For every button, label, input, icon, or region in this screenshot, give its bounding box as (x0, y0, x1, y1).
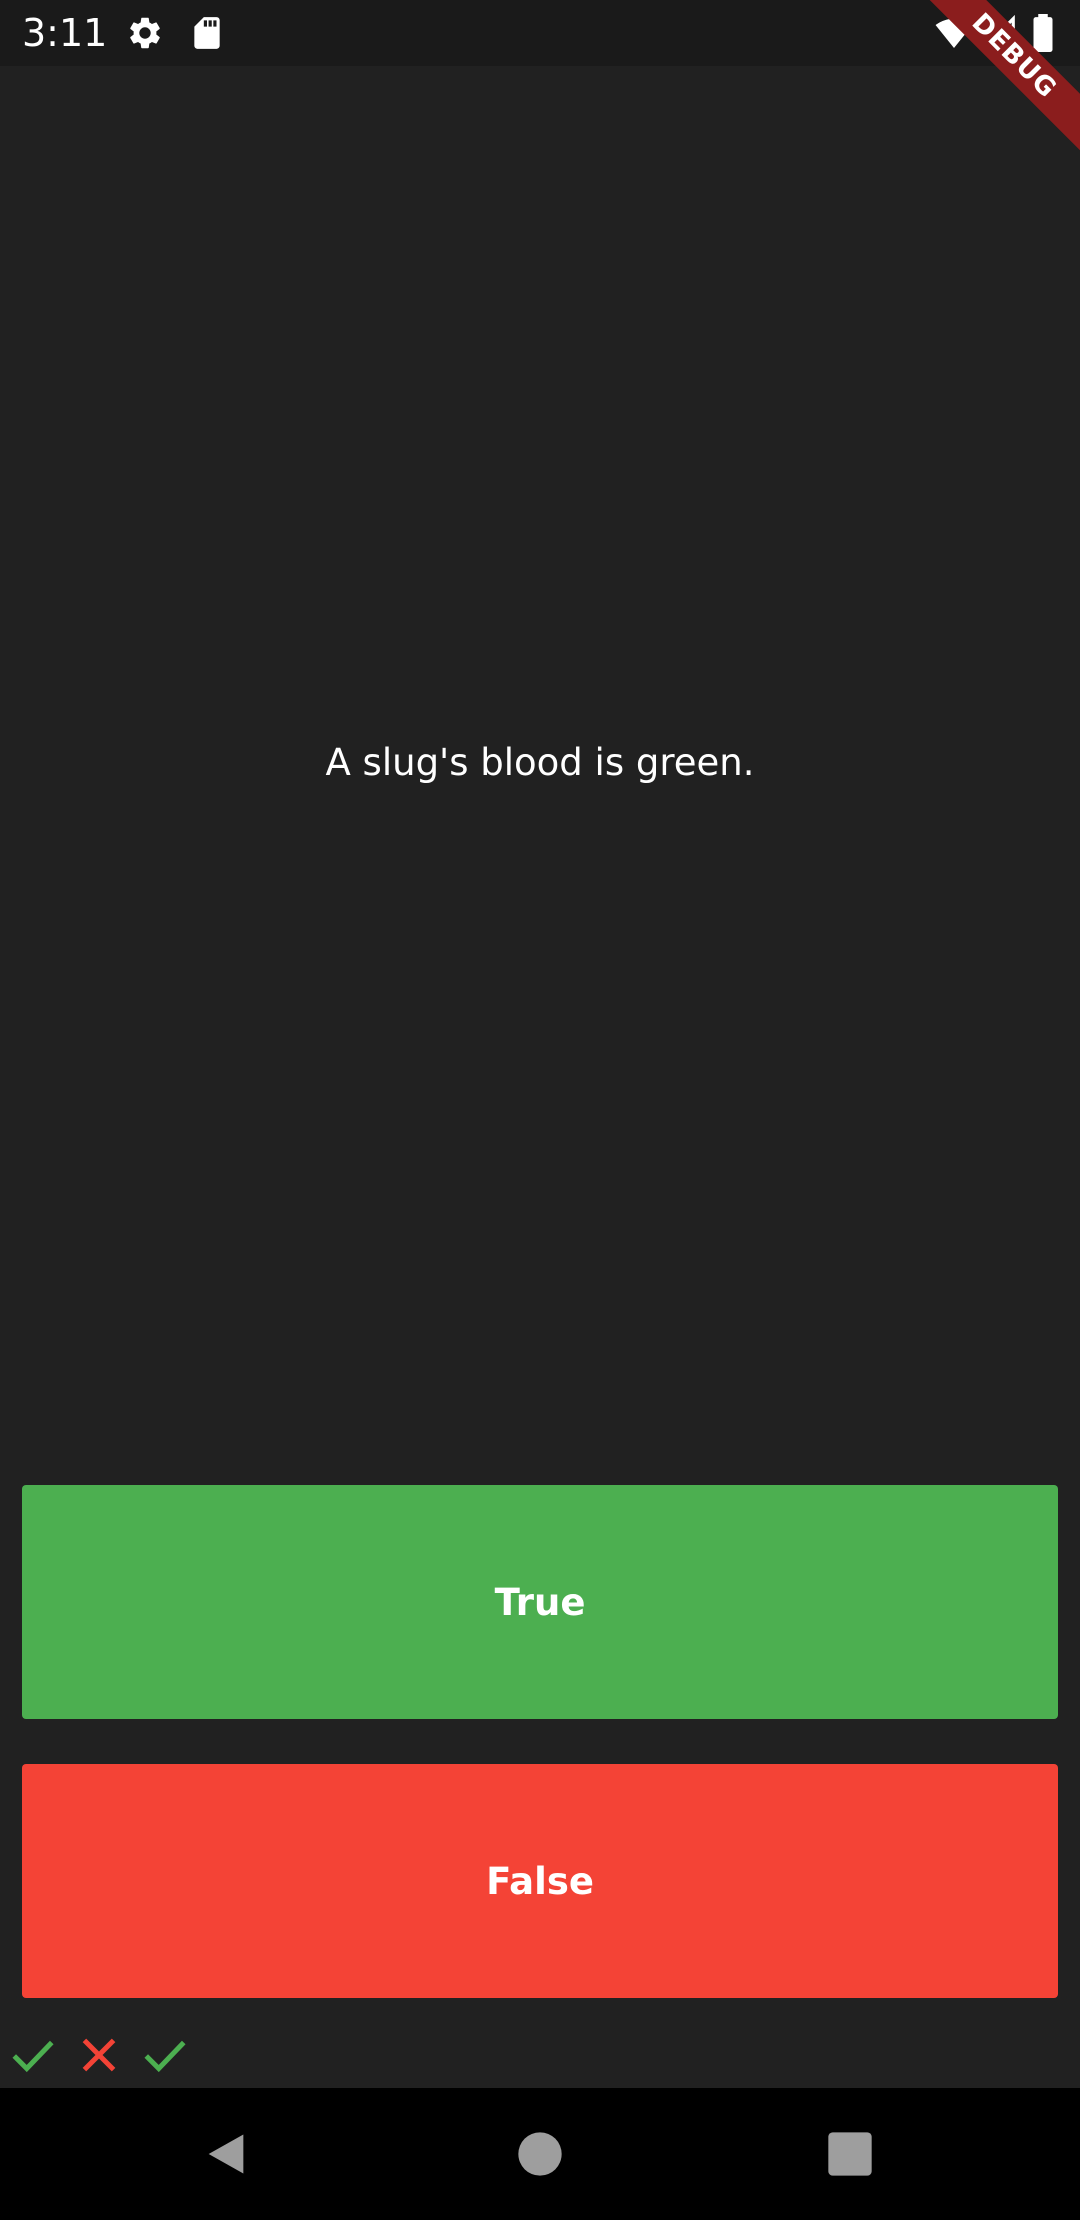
false-button-label: False (486, 1859, 594, 1903)
recents-icon[interactable] (824, 2128, 876, 2180)
check-icon (8, 2030, 58, 2080)
false-button[interactable]: False (22, 1764, 1058, 1998)
home-icon[interactable] (514, 2128, 566, 2180)
close-icon (74, 2030, 124, 2080)
status-bar: 3:11 (0, 0, 1080, 66)
true-button-label: True (494, 1580, 586, 1624)
sd-card-icon (188, 14, 226, 52)
score-keeper (8, 2030, 206, 2080)
gear-icon (126, 14, 164, 52)
true-button[interactable]: True (22, 1485, 1058, 1719)
quiz-screen: 3:11 DEBUG A slug's blood is green. True… (0, 0, 1080, 2220)
nav-bar (0, 2088, 1080, 2220)
check-icon (140, 2030, 190, 2080)
back-icon[interactable] (200, 2128, 252, 2180)
question-text: A slug's blood is green. (325, 741, 755, 784)
status-time: 3:11 (22, 11, 108, 55)
